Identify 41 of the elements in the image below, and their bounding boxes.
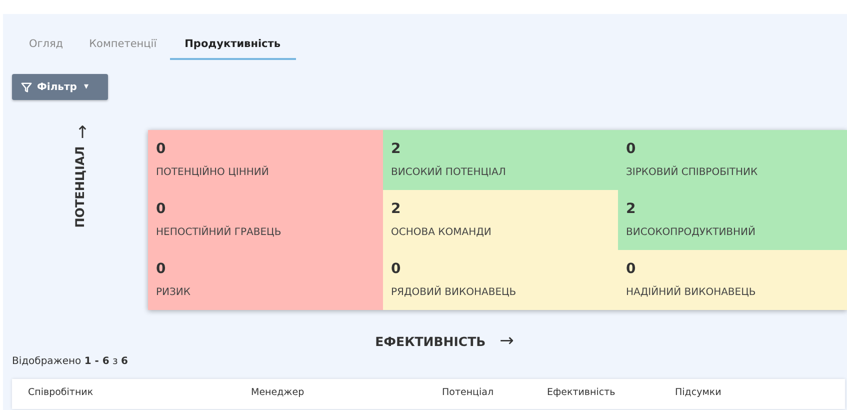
column-header: Менеджер [251, 387, 306, 400]
matrix-cell[interactable]: 2 ВИСОКОПРОДУКТИВНИЙ [618, 190, 847, 250]
filter-button[interactable]: Фільтр ▾ [12, 74, 108, 100]
cell-count: 0 [391, 260, 402, 278]
cell-label: НАДІЙНИЙ ВИКОНАВЕЦЬ [626, 287, 757, 298]
cell-count: 0 [156, 260, 167, 278]
right-arrow-icon: → [500, 331, 514, 351]
cell-count: 2 [391, 200, 402, 218]
cell-label: РИЗИК [156, 287, 192, 298]
matrix-cell[interactable]: 0 НАДІЙНИЙ ВИКОНАВЕЦЬ [618, 250, 847, 310]
matrix-cell[interactable]: 0 ЗІРКОВИЙ СПІВРОБІТНИК [618, 130, 847, 190]
column-header: Ефективність [547, 387, 616, 400]
cell-label: НЕПОСТІЙНИЙ ГРАВЕЦЬ [156, 227, 282, 238]
matrix-cell[interactable]: 0 РЯДОВИЙ ВИКОНАВЕЦЬ [383, 250, 618, 310]
filter-icon [21, 82, 32, 92]
tab[interactable]: Продуктивність [170, 34, 296, 60]
up-arrow-icon: ↑ [75, 124, 90, 142]
matrix-cell[interactable]: 0 ПОТЕНЦІЙНО ЦІННИЙ [148, 130, 383, 190]
cell-label: РЯДОВИЙ ВИКОНАВЕЦЬ [391, 287, 518, 298]
matrix-cell[interactable]: 0 НЕПОСТІЙНИЙ ГРАВЕЦЬ [148, 190, 383, 250]
cell-label: ПОТЕНЦІЙНО ЦІННИЙ [156, 167, 270, 178]
column-header: Співробітник [28, 387, 94, 400]
cell-count: 0 [156, 200, 167, 218]
cell-label: ОСНОВА КОМАНДИ [391, 227, 492, 238]
cell-count: 0 [156, 140, 167, 158]
cell-count: 0 [626, 260, 637, 278]
matrix-cell[interactable]: 2 ОСНОВА КОМАНДИ [383, 190, 618, 250]
matrix-cell[interactable]: 0 РИЗИК [148, 250, 383, 310]
column-header: Потенціал [442, 387, 495, 400]
results-summary: Відображено 1 - 6 з 6 [12, 356, 129, 367]
axis-label: ПОТЕНЦІАЛ [73, 146, 87, 228]
cell-label: ВИСОКОПРОДУКТИВНИЙ [626, 227, 757, 238]
column-header: Підсумки [675, 387, 722, 400]
cell-count: 0 [626, 140, 637, 158]
cell-label: ЗІРКОВИЙ СПІВРОБІТНИК [626, 167, 759, 178]
cell-count: 2 [391, 140, 402, 158]
cell-label: ВИСОКИЙ ПОТЕНЦІАЛ [391, 167, 507, 178]
cell-count: 2 [626, 200, 637, 218]
axis-label: ЕФЕКТИВНІСТЬ [375, 334, 486, 348]
matrix-cell[interactable]: 2 ВИСОКИЙ ПОТЕНЦІАЛ [383, 130, 618, 190]
caret-icon: ▾ [84, 82, 88, 92]
